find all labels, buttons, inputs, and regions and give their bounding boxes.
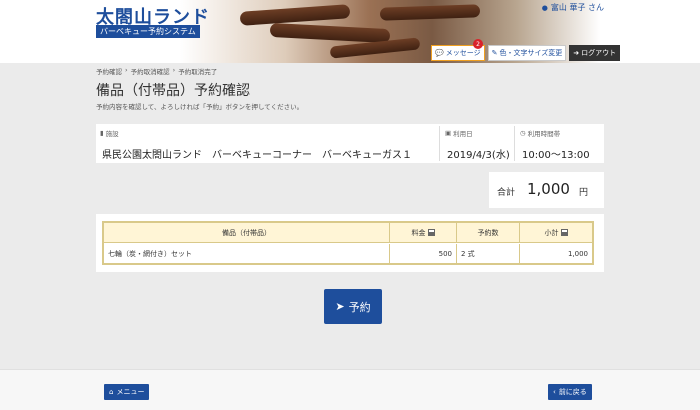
menu-label: メニュー: [116, 388, 145, 396]
messages-label: メッセージ: [445, 49, 481, 57]
equipment-table-panel: 備品（付帯品） 料金 予約数 小計 七輪（炭・網付き）セット 500 2 式 1…: [96, 214, 604, 272]
date-column: ▣ 利用日 2019/4/3(水): [441, 124, 516, 163]
logout-label: ログアウト: [581, 49, 617, 57]
header-price-label: 料金: [411, 228, 426, 237]
breadcrumb-separator: ›: [125, 66, 128, 74]
breadcrumb-item: 予約取消完了: [178, 68, 218, 76]
chat-icon: 💬: [435, 49, 444, 57]
photo-decoration: [379, 4, 481, 21]
header-quantity: 予約数: [457, 223, 520, 242]
logout-icon: ➜: [573, 49, 580, 57]
header-subtotal-label: 小計: [544, 228, 559, 237]
header-quantity-label: 予約数: [477, 228, 499, 237]
header: 太閤山ランド バーベキュー予約システム ● 富山 華子 さん 💬 メッセージ 2…: [0, 0, 700, 63]
reserve-button[interactable]: ➤ 予約: [324, 289, 382, 324]
breadcrumb-item[interactable]: 予約確認: [96, 66, 122, 76]
header-buttons: 💬 メッセージ 2 ✎ 色・文字サイズ変更 ➜ ログアウト: [431, 39, 621, 61]
messages-button[interactable]: 💬 メッセージ 2: [431, 39, 485, 61]
total-value: 1,000: [527, 180, 570, 198]
instruction-text: 予約内容を確認して、よろしければ「予約」ボタンを押してください。: [96, 103, 304, 111]
cell-price: 500: [390, 244, 457, 263]
cell-subtotal: 1,000: [567, 249, 588, 258]
breadcrumb: 予約確認 › 予約取消確認 › 予約取消完了: [96, 66, 217, 76]
calendar-icon: ▣: [445, 129, 452, 137]
breadcrumb-separator: ›: [172, 66, 176, 74]
facility-label-row: ▮ 施設: [100, 128, 119, 138]
display-settings-label: 色・文字サイズ変更: [499, 49, 563, 57]
time-column: ◷ 利用時間帯 10:00～13:00: [516, 124, 604, 163]
facility-value: 県民公園太閤山ランド バーベキューコーナー バーベキューガス１: [102, 150, 412, 161]
photo-decoration: [239, 4, 351, 26]
back-label: 前に戻る: [558, 388, 587, 396]
breadcrumb-item[interactable]: 予約取消確認: [131, 66, 170, 76]
user-name: 富山 華子 さん: [550, 3, 604, 12]
header-subtotal: 小計: [520, 223, 592, 242]
date-value: 2019/4/3(水): [447, 150, 510, 161]
facility-label: 施設: [105, 130, 119, 138]
user-icon: ●: [541, 3, 548, 12]
time-label-row: ◷ 利用時間帯: [520, 128, 560, 138]
reservation-info-panel: ▮ 施設 県民公園太閤山ランド バーベキューコーナー バーベキューガス１ ▣ 利…: [96, 124, 604, 163]
reserve-label: 予約: [348, 300, 371, 314]
brush-icon: ✎: [491, 49, 498, 57]
divider: [439, 126, 440, 161]
message-count-badge: 2: [473, 39, 483, 49]
send-icon: ➤: [335, 300, 345, 313]
back-button[interactable]: ‹ 前に戻る: [548, 384, 592, 400]
total-unit: 円: [579, 188, 589, 198]
home-icon: ⌂: [109, 388, 114, 396]
cell-item: 七輪（炭・網付き）セット: [104, 244, 390, 263]
logo-subtitle: バーベキュー予約システム: [96, 25, 200, 38]
display-settings-button[interactable]: ✎ 色・文字サイズ変更: [487, 45, 567, 61]
table-header: 備品（付帯品） 料金 予約数 小計: [104, 223, 592, 243]
total-label: 合計: [497, 188, 516, 198]
total-box: 合計 1,000 円: [489, 172, 604, 208]
header-item-label: 備品（付帯品）: [222, 228, 271, 237]
date-label: 利用日: [453, 130, 473, 138]
cell-quantity: 2 式: [457, 244, 520, 263]
table-row: 七輪（炭・網付き）セット 500 2 式 1,000: [104, 244, 592, 263]
calculator-icon: [560, 229, 568, 236]
menu-button[interactable]: ⌂ メニュー: [104, 384, 150, 400]
logout-button[interactable]: ➜ ログアウト: [569, 45, 621, 61]
header-item: 備品（付帯品）: [104, 223, 390, 242]
date-label-row: ▣ 利用日: [445, 128, 473, 138]
clock-icon: ◷: [520, 129, 526, 137]
user-info: ● 富山 華子 さん: [542, 2, 604, 13]
building-icon: ▮: [100, 129, 104, 137]
header-price: 料金: [390, 223, 457, 242]
divider: [514, 126, 515, 161]
time-label: 利用時間帯: [527, 130, 561, 138]
page-title: 備品（付帯品）予約確認: [96, 83, 250, 99]
chevron-left-icon: ‹: [553, 388, 556, 396]
photo-decoration: [269, 22, 391, 44]
facility-column: ▮ 施設 県民公園太閤山ランド バーベキューコーナー バーベキューガス１: [96, 124, 436, 163]
equipment-table: 備品（付帯品） 料金 予約数 小計 七輪（炭・網付き）セット 500 2 式 1…: [102, 221, 594, 265]
time-value: 10:00～13:00: [522, 150, 590, 161]
calculator-icon: [427, 229, 435, 236]
footer: ⌂ メニュー ‹ 前に戻る: [0, 369, 700, 410]
